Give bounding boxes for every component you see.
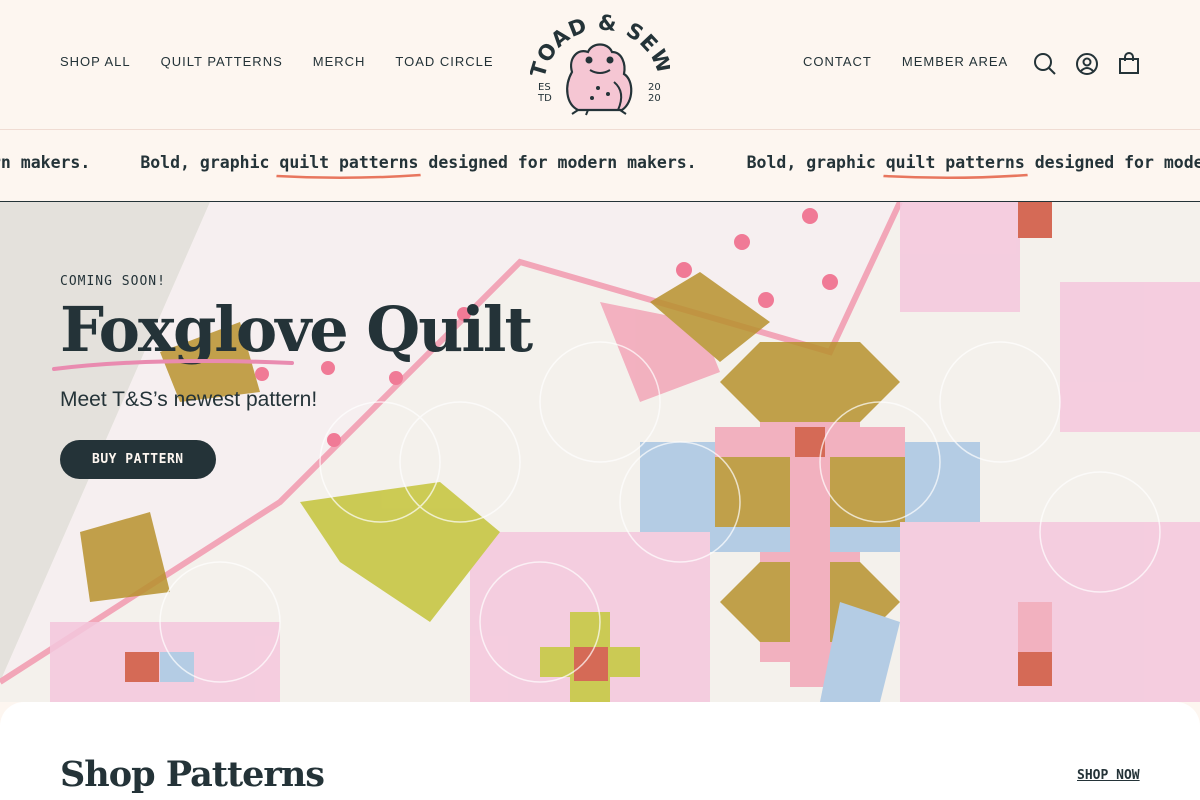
marquee-track: Bold, graphic quilt patterns designed fo… bbox=[0, 153, 1200, 180]
nav-quilt-patterns[interactable]: QUILT PATTERNS bbox=[161, 54, 283, 69]
nav-merch[interactable]: MERCH bbox=[313, 54, 366, 69]
marquee-highlight-text: quilt patterns bbox=[279, 153, 419, 172]
shop-patterns-heading: Shop Patterns bbox=[60, 754, 325, 795]
marquee-item: Bold, graphic quilt patterns designed fo… bbox=[0, 153, 90, 172]
svg-text:20: 20 bbox=[648, 82, 661, 93]
marquee-item: Bold, graphic quilt patterns designed fo… bbox=[140, 153, 697, 180]
svg-text:20: 20 bbox=[648, 93, 661, 104]
marquee-text-pre: Bold, graphic bbox=[140, 153, 280, 172]
announcement-marquee: Bold, graphic quilt patterns designed fo… bbox=[0, 130, 1200, 202]
highlight-underline bbox=[883, 173, 1028, 180]
search-icon[interactable] bbox=[1033, 52, 1056, 75]
svg-text:ES: ES bbox=[538, 82, 551, 93]
hero-subtitle: Meet T&S’s newest pattern! bbox=[60, 388, 318, 412]
marquee-highlight-text: quilt patterns bbox=[885, 153, 1025, 172]
hero-banner: COMING SOON! Foxglove Quilt Meet T&S’s n… bbox=[0, 202, 1200, 702]
toad-logo-icon: TOAD & SEW ES TD 20 20 bbox=[526, 10, 676, 116]
buy-pattern-button[interactable]: BUY PATTERN bbox=[60, 440, 216, 480]
marquee-highlight: quilt patterns bbox=[883, 153, 1028, 180]
cart-icon[interactable] bbox=[1117, 52, 1139, 74]
marquee-highlight: quilt patterns bbox=[276, 153, 422, 180]
header-icons bbox=[1033, 52, 1139, 75]
marquee-text-post: designed for modern makers. bbox=[1034, 153, 1200, 172]
shop-patterns-section: Shop Patterns SHOP NOW bbox=[0, 702, 1200, 800]
nav-member-area[interactable]: MEMBER AREA bbox=[902, 54, 1008, 69]
secondary-nav: CONTACT MEMBER AREA bbox=[803, 54, 1038, 69]
site-header: SHOP ALL QUILT PATTERNS MERCH TOAD CIRCL… bbox=[0, 0, 1200, 130]
hero-copy: COMING SOON! Foxglove Quilt Meet T&S’s n… bbox=[52, 274, 533, 480]
highlight-underline bbox=[276, 173, 422, 180]
marquee-text-pre: Bold, graphic bbox=[746, 153, 886, 172]
marquee-text-post: designed for modern makers. bbox=[0, 153, 91, 172]
nav-contact[interactable]: CONTACT bbox=[803, 54, 872, 69]
site-logo[interactable]: TOAD & SEW ES TD 20 20 bbox=[526, 10, 676, 118]
marquee-item: Bold, graphic quilt patterns designed fo… bbox=[746, 153, 1200, 180]
hero-title-underline bbox=[52, 359, 294, 371]
account-icon[interactable] bbox=[1075, 52, 1098, 75]
nav-shop-all[interactable]: SHOP ALL bbox=[60, 54, 131, 69]
nav-toad-circle[interactable]: TOAD CIRCLE bbox=[395, 54, 493, 69]
hero-title: Foxglove Quilt bbox=[52, 297, 533, 371]
svg-text:TD: TD bbox=[537, 93, 552, 104]
hero-eyebrow: COMING SOON! bbox=[60, 274, 166, 289]
marquee-text-post: designed for modern makers. bbox=[418, 153, 697, 172]
shop-now-link[interactable]: SHOP NOW bbox=[1077, 768, 1140, 783]
primary-nav: SHOP ALL QUILT PATTERNS MERCH TOAD CIRCL… bbox=[60, 54, 524, 69]
